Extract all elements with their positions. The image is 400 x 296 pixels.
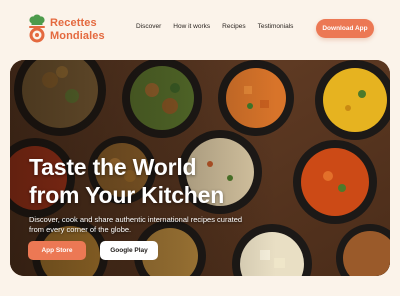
nav-link-testimonials[interactable]: Testimonials [258, 23, 294, 30]
nav-link-discover[interactable]: Discover [136, 23, 161, 30]
hero-headline: Taste the World from Your Kitchen [29, 154, 225, 208]
top-navigation: Recettes Mondiales Discover How it works… [0, 0, 400, 58]
app-store-button[interactable]: App Store [28, 241, 86, 260]
hero-section: Taste the World from Your Kitchen Discov… [10, 60, 390, 276]
chef-hat-pot-icon [29, 14, 45, 43]
hero-subtext: Discover, cook and share authentic inter… [29, 215, 243, 234]
google-play-button[interactable]: Google Play [100, 241, 158, 260]
brand-name-line2: Mondiales [50, 30, 105, 42]
download-app-button[interactable]: Download App [316, 19, 374, 38]
brand-logo[interactable]: Recettes Mondiales [26, 14, 136, 46]
nav-links: Discover How it works Recipes Testimonia… [136, 23, 305, 30]
nav-link-how-it-works[interactable]: How it works [173, 23, 210, 30]
brand-name-line1: Recettes [50, 17, 97, 29]
nav-link-recipes[interactable]: Recipes [222, 23, 245, 30]
